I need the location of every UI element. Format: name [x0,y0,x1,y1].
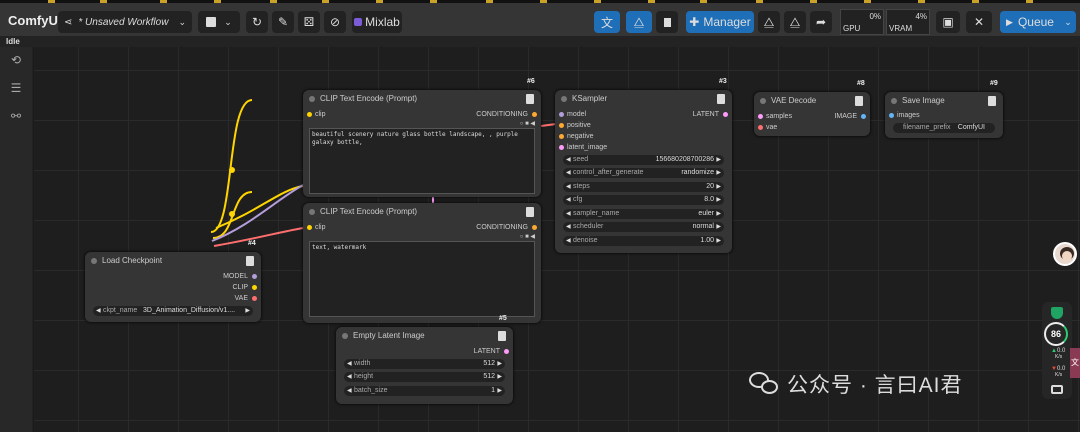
wechat-icon [749,372,779,396]
output-conditioning[interactable]: CONDITIONING [476,223,537,233]
output-model[interactable]: MODEL [223,272,257,282]
node-title: CLIP Text Encode (Prompt) [303,90,541,108]
output-latent[interactable]: LATENT [693,110,728,120]
node-load-checkpoint[interactable]: Load Checkpoint #4 MODEL CLIP VAE ◀ ckpt_… [85,240,261,322]
toggle-icons[interactable]: ○ ■ ◀ [520,233,535,240]
output-vae[interactable]: VAE [235,294,257,304]
usage-percent: 86 [1050,329,1061,339]
node-title: Empty Latent Image [336,327,513,345]
link-latent [540,123,557,127]
output-conditioning[interactable]: CONDITIONING [476,110,537,120]
rate-up: ▲0.0 K/s [1051,348,1066,360]
widget-scheduler[interactable]: ◀ scheduler normal ▶ [563,222,724,232]
input-clip[interactable]: clip [307,110,326,120]
prompt-text-value: beautiful scenery nature glass bottle la… [312,131,518,146]
widget-filename-prefix[interactable]: filename_prefix ComfyUI [893,123,995,133]
node-menu-icon[interactable] [498,331,506,341]
node-menu-icon[interactable] [988,96,996,106]
node-id: #9 [990,80,998,87]
watermark: 公众号 · 言曰AI君 [749,369,963,399]
input-images[interactable]: images [889,111,920,121]
node-menu-icon[interactable] [246,256,254,266]
node-ksampler[interactable]: KSampler #3 model positive negative late… [555,78,732,253]
usage-gauge: 86 [1044,322,1068,346]
link-reroute [229,211,235,217]
node-title: Save Image [885,92,1003,110]
node-title: Load Checkpoint [85,252,261,270]
input-vae[interactable]: vae [758,123,777,133]
widget-denoise[interactable]: ◀ denoise 1.00 ▶ [563,236,724,246]
widget-seed[interactable]: ◀ seed 156680208700286 ▶ [563,155,724,165]
camera-icon[interactable] [1051,385,1063,394]
input-model[interactable]: model [559,110,586,120]
node-clip-text-encode-positive[interactable]: CLIP Text Encode (Prompt) #6 clip CONDIT… [303,78,541,197]
widget-cfg[interactable]: ◀ cfg 8.0 ▶ [563,195,724,205]
side-tab[interactable]: 文 [1070,348,1080,378]
shield-icon [1051,307,1063,319]
input-clip[interactable]: clip [307,223,326,233]
node-id: #6 [527,78,535,85]
node-vae-decode[interactable]: VAE Decode #8 samples vae IMAGE [754,80,870,136]
output-image[interactable]: IMAGE [834,112,866,122]
prompt-text[interactable]: beautiful scenery nature glass bottle la… [309,128,535,194]
output-clip[interactable]: CLIP [232,283,257,293]
widget-height[interactable]: ◀ height 512 ▶ [344,372,505,382]
node-menu-icon[interactable] [526,94,534,104]
input-positive[interactable]: positive [559,121,591,131]
node-menu-icon[interactable] [526,207,534,217]
widget-batch-size[interactable]: ◀ batch_size 1 ▶ [344,386,505,396]
widget-control-after-generate[interactable]: ◀ control_after_generate randomize ▶ [563,168,724,178]
prompt-text-value: text, watermark [312,244,367,251]
node-title: VAE Decode [754,92,870,110]
widget-sampler-name[interactable]: ◀ sampler_name euler ▶ [563,209,724,219]
node-menu-icon[interactable] [717,94,725,104]
node-id: #4 [248,240,256,247]
node-empty-latent-image[interactable]: Empty Latent Image #5 LATENT ◀ width 512 ▶ … [336,315,513,404]
widget-steps[interactable]: ◀ steps 20 ▶ [563,182,724,192]
node-save-image[interactable]: Save Image #9 images filename_prefix Comf… [885,80,1003,138]
widget-width[interactable]: ◀ width 512 ▶ [344,359,505,369]
node-id: #3 [719,78,727,85]
input-latent-image[interactable]: latent_image [559,143,607,153]
widget-ckpt-name[interactable]: ◀ ckpt_name 3D_Animation_Diffusion/v1.... ▶ [93,306,253,316]
node-title: KSampler [555,90,732,108]
node-title: CLIP Text Encode (Prompt) [303,203,541,221]
toggle-icons[interactable]: ○ ■ ◀ [520,120,535,127]
resource-panel: 86 ▲0.0 K/s ▼0.0 K/s [1042,302,1072,399]
rate-down: ▼0.0 K/s [1051,366,1066,378]
node-clip-text-encode-negative[interactable]: CLIP Text Encode (Prompt) clip CONDITION… [303,203,541,323]
node-id: #8 [857,80,865,87]
prompt-text[interactable]: text, watermark [309,241,535,317]
input-samples[interactable]: samples [758,112,792,122]
link-vae [213,227,304,247]
node-menu-icon[interactable] [855,96,863,106]
link-reroute [229,167,235,173]
avatar[interactable] [1053,242,1077,266]
input-negative[interactable]: negative [559,132,593,142]
watermark-text: 公众号 · 言曰AI君 [787,374,963,397]
node-id: #5 [499,315,507,322]
link-model [211,184,304,242]
output-latent[interactable]: LATENT [474,347,509,357]
